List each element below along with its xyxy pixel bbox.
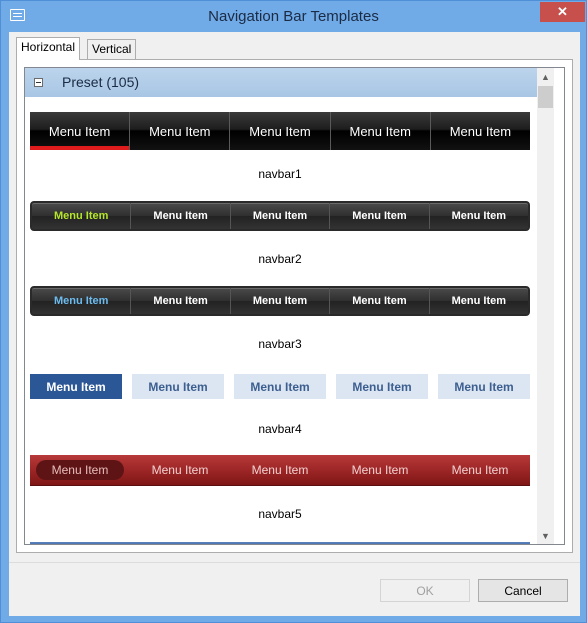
navbar1-label: navbar1 [258, 167, 302, 181]
navbar3-menu-item: Menu Item [130, 288, 229, 314]
navbar3-menu-item: Menu Item [329, 288, 428, 314]
dialog-window: Navigation Bar Templates ✕ Horizontal Ve… [0, 0, 587, 623]
navbar3-menu-item: Menu Item [54, 295, 109, 307]
navbar1-menu-item: Menu Item [229, 112, 329, 150]
navbar5-menu-item: Menu Item [451, 463, 509, 477]
scroll-up-icon[interactable]: ▲ [537, 68, 554, 85]
navbar3-label: navbar3 [258, 337, 302, 351]
scroll-thumb[interactable] [538, 86, 553, 108]
navbar4-label: navbar4 [258, 422, 302, 436]
navbar1-template[interactable]: Menu Item Menu Item Menu Item Menu Item … [30, 112, 530, 150]
navbar5-template[interactable]: Menu Item Menu Item Menu Item Menu Item … [30, 455, 530, 486]
navbar1-menu-item: Menu Item [429, 112, 530, 150]
template-list[interactable]: Preset (105) Menu Item Menu Item Menu It… [24, 67, 565, 545]
title-bar[interactable]: Navigation Bar Templates ✕ [1, 1, 586, 32]
footer-divider [9, 562, 580, 563]
navbar2-menu-item: Menu Item [329, 203, 428, 229]
group-header-preset[interactable]: Preset (105) [25, 68, 537, 97]
navbar5-menu-item-label: Menu Item [35, 460, 125, 480]
navbar4-menu-item: Menu Item [234, 374, 326, 399]
navbar2-menu-item: Menu Item [130, 203, 229, 229]
navbar1-menu-item: Menu Item [30, 112, 130, 150]
navbar2-menu-item: Menu Item [428, 203, 528, 229]
vertical-scrollbar[interactable]: ▲ ▼ [537, 68, 554, 544]
navbar3-menu-item: Menu Item [229, 288, 329, 314]
collapse-icon[interactable] [34, 78, 43, 87]
navbar4-template[interactable]: Menu Item Menu Item Menu Item Menu Item … [30, 374, 530, 399]
navbar2-menu-item: Menu Item [54, 210, 109, 222]
navbar4-menu-item: Menu Item [438, 374, 530, 399]
cancel-button[interactable]: Cancel [478, 579, 568, 602]
navbar2-label: navbar2 [258, 252, 302, 266]
tab-vertical[interactable]: Vertical [87, 39, 137, 59]
group-title: Preset (105) [62, 74, 140, 90]
tab-horizontal[interactable]: Horizontal [16, 37, 81, 60]
navbar1-menu-item: Menu Item [329, 112, 430, 150]
ok-button[interactable]: OK [380, 579, 470, 602]
navbar5-menu-item: Menu Item [251, 463, 309, 477]
navbar5-menu-item: Menu Item [30, 455, 130, 485]
navbar6-template-partial[interactable] [30, 542, 530, 544]
navbar2-menu-item: Menu Item [229, 203, 329, 229]
navbar3-template[interactable]: Menu Item Menu Item Menu Item Menu Item … [30, 286, 530, 316]
navbar5-menu-item: Menu Item [351, 463, 409, 477]
scroll-down-icon[interactable]: ▼ [537, 527, 554, 544]
tab-panel-horizontal: Preset (105) Menu Item Menu Item Menu It… [16, 59, 573, 553]
navbar1-menu-item: Menu Item [129, 112, 229, 150]
navbar3-menu-item: Menu Item [428, 288, 528, 314]
window-title: Navigation Bar Templates [208, 8, 379, 25]
navbar2-template[interactable]: Menu Item Menu Item Menu Item Menu Item … [30, 201, 530, 231]
dialog-client-area: Horizontal Vertical Preset (105) Menu It… [9, 32, 580, 616]
navbar5-menu-item: Menu Item [151, 463, 209, 477]
close-button[interactable]: ✕ [540, 2, 585, 22]
navbar4-menu-item: Menu Item [132, 374, 224, 399]
navbar4-menu-item: Menu Item [30, 374, 122, 399]
navbar5-label: navbar5 [258, 507, 302, 521]
navbar4-menu-item: Menu Item [336, 374, 428, 399]
